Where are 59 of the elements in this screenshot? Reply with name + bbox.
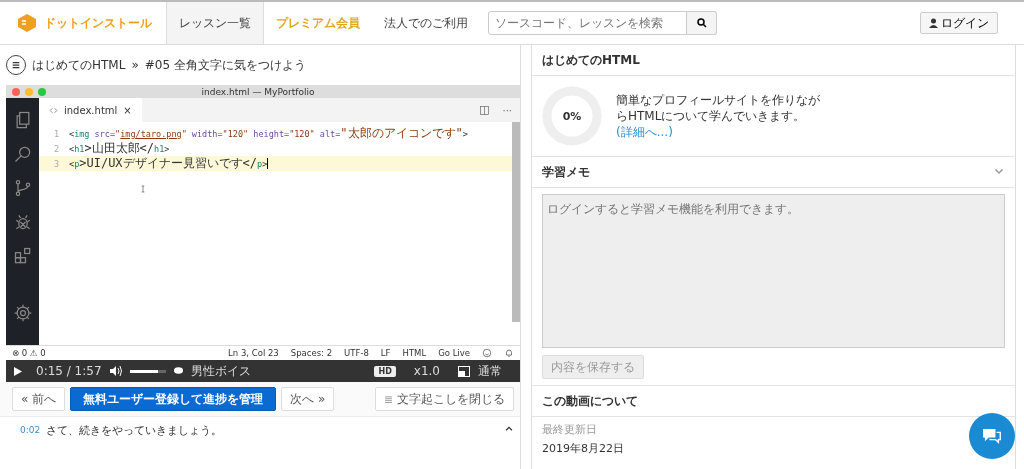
window-title: index.html — MyPortfolio <box>200 86 316 97</box>
transcript-text: さて、続きをやっていきましょう。 <box>46 422 223 438</box>
chat-button[interactable] <box>969 413 1015 459</box>
search-field[interactable]: ソースコード、レッスンを検索 <box>488 11 687 35</box>
previous-button[interactable]: « 前へ <box>12 387 66 411</box>
editor-tab[interactable]: index.html × <box>39 98 142 122</box>
search-button[interactable] <box>687 11 717 35</box>
minimize-dot[interactable] <box>25 87 33 96</box>
split-editor-icon <box>479 104 491 116</box>
progress-ring: 0% <box>542 86 602 146</box>
extensions-icon <box>12 246 33 266</box>
close-transcript-button[interactable]: 文字起こしを閉じる <box>375 387 514 411</box>
problems-count[interactable]: ⊗ 0 ⚠ 0 <box>12 348 46 358</box>
status-item[interactable]: Ln 3, Col 23 <box>228 348 279 358</box>
course-description: 簡単なプロフィールサイトを作りながらHTMLについて学んでいきます。 (詳細へ...) <box>616 92 821 140</box>
breadcrumb-separator: » <box>131 58 139 72</box>
text-cursor-icon <box>139 184 147 194</box>
hd-toggle[interactable]: HD <box>374 365 396 377</box>
next-button[interactable]: 次へ » <box>281 387 335 411</box>
speech-bubble-icon <box>173 367 183 375</box>
code-line: 2 <h1>山田太郎</h1> <box>52 141 171 156</box>
layout-mode[interactable]: 通常 <box>478 362 502 380</box>
playback-time: 0:15 / 1:57 <box>36 364 102 378</box>
speed-option[interactable]: x1.0 <box>413 364 440 378</box>
login-button[interactable]: ログイン <box>920 12 998 34</box>
user-icon <box>929 18 938 28</box>
breadcrumb-lesson: #05 全角文字に気をつけよう <box>144 56 306 74</box>
status-item[interactable]: Go Live <box>438 348 470 358</box>
volume-icon[interactable] <box>109 366 122 376</box>
zoom-dot[interactable] <box>38 87 46 96</box>
lines-icon <box>384 394 393 404</box>
nav-link[interactable]: レッスン一覧 <box>166 2 264 44</box>
smiley-icon <box>482 348 492 358</box>
close-dot[interactable] <box>12 87 20 96</box>
scrollbar[interactable] <box>512 122 520 322</box>
code-line: 1 <img src="img/taro.png" width="120" height="120" alt="太郎のアイコンです"> <box>52 126 469 141</box>
voice-option[interactable]: 男性ボイス <box>190 362 251 380</box>
code-brackets-icon <box>49 105 58 115</box>
more-actions-button[interactable]: ··· <box>502 104 512 116</box>
breadcrumb-course[interactable]: はじめてのHTML <box>32 56 126 74</box>
status-item[interactable]: Spaces: 2 <box>290 348 333 358</box>
settings-icon <box>12 303 33 323</box>
register-button[interactable]: 無料ユーザー登録して進捗を管理 <box>70 387 277 411</box>
bell-icon <box>504 348 514 358</box>
volume-slider[interactable] <box>129 369 166 373</box>
play-icon[interactable] <box>14 366 22 376</box>
nav-link[interactable]: 法人でのご利用 <box>372 2 480 44</box>
updated-date: 2019年8月22日 <box>542 441 624 456</box>
layout-icon[interactable] <box>458 365 470 377</box>
updated-label: 最終更新日 <box>542 422 597 437</box>
menu-icon <box>11 60 21 70</box>
status-item[interactable]: HTML <box>402 348 427 358</box>
search-icon <box>695 17 708 29</box>
status-item[interactable]: UTF-8 <box>344 348 369 358</box>
status-item[interactable]: LF <box>380 348 391 358</box>
panel-title: はじめてのHTML <box>532 45 1015 76</box>
memo-title: 学習メモ <box>542 163 590 181</box>
transcript-time[interactable]: 0:02 <box>20 425 41 435</box>
details-link[interactable]: (詳細へ...) <box>616 125 673 139</box>
